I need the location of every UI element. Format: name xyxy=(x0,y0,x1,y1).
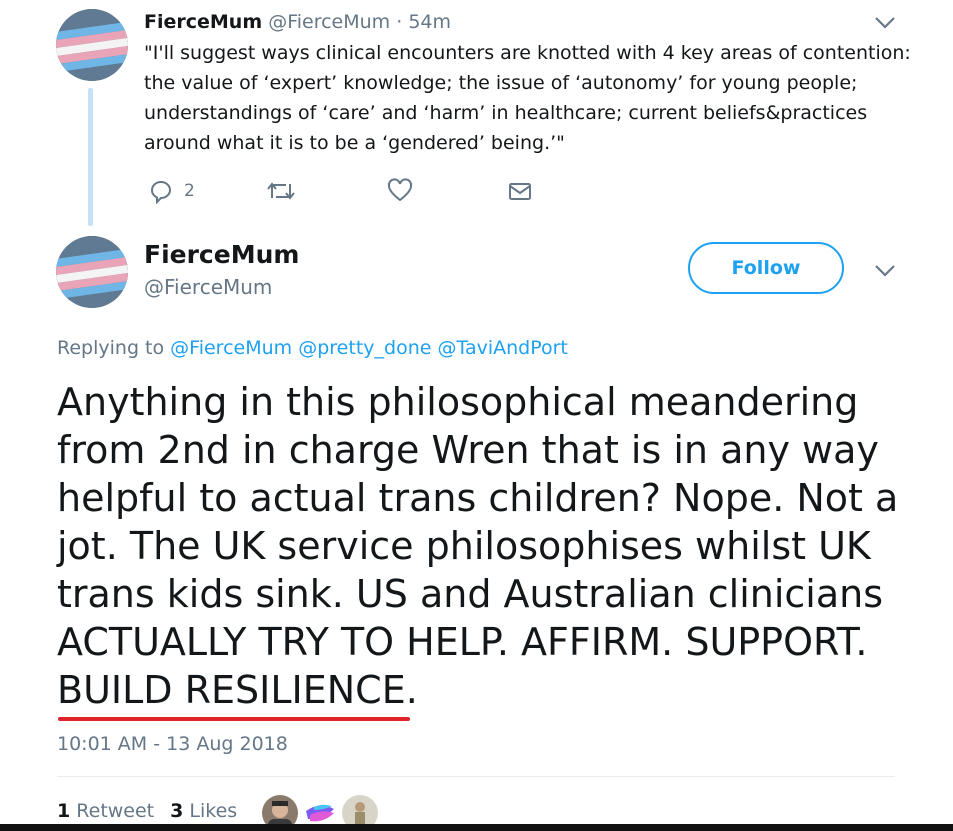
avatar[interactable] xyxy=(56,9,128,81)
direct-message-button[interactable] xyxy=(507,176,533,206)
retweet-button[interactable] xyxy=(266,176,296,206)
tweet-text: Anything in this philosophical meanderin… xyxy=(57,378,937,714)
tweet-text: "I'll suggest ways clinical encounters a… xyxy=(144,38,911,158)
tweet-text-line: "I'll suggest ways clinical encounters a… xyxy=(144,42,911,64)
retweet-icon xyxy=(267,182,295,200)
chevron-down-icon[interactable] xyxy=(873,14,897,32)
separator: · xyxy=(396,11,403,33)
replying-to-label: Replying to xyxy=(57,337,165,359)
handle[interactable]: @FierceMum xyxy=(268,11,390,33)
engagement-stats: 1 Retweet 3 Likes xyxy=(57,800,237,822)
like-count: 3 xyxy=(170,800,184,822)
reply-button[interactable]: 2 xyxy=(148,176,195,206)
tweet-text-line: from 2nd in charge Wren that is in any w… xyxy=(57,428,879,472)
tweet-text-line: trans kids sink. US and Australian clini… xyxy=(57,572,884,616)
follow-button[interactable]: Follow xyxy=(688,242,844,294)
like-button[interactable] xyxy=(387,176,413,206)
chevron-down-icon[interactable] xyxy=(873,262,897,280)
time-ago[interactable]: 54m xyxy=(408,11,451,33)
tweet-text-line: Anything in this philosophical meanderin… xyxy=(57,380,859,424)
reply-icon xyxy=(151,181,171,204)
display-name[interactable]: FierceMum xyxy=(144,11,262,33)
retweet-stat[interactable]: 1 Retweet xyxy=(57,800,154,822)
trans-flag-avatar-image xyxy=(56,9,128,81)
replying-to: Replying to @FierceMum @pretty_done @Tav… xyxy=(57,337,568,359)
tweet-text-line: around what it is to be a ‘gendered’ bei… xyxy=(144,132,565,154)
reply-count: 2 xyxy=(184,181,195,201)
tweet-text-line: jot. The UK service philosophises whilst… xyxy=(57,524,871,568)
mention-link[interactable]: @pretty_done xyxy=(298,337,431,359)
bottom-edge-strip xyxy=(0,824,953,831)
heart-icon xyxy=(387,178,413,202)
trans-flag-avatar-image xyxy=(56,236,128,308)
mention-link[interactable]: @TaviAndPort xyxy=(437,337,567,359)
tweet-text-line: understandings of ‘care’ and ‘harm’ in h… xyxy=(144,102,868,124)
retweet-count: 1 xyxy=(57,800,71,822)
tweet-text-line: ACTUALLY TRY TO HELP. AFFIRM. SUPPORT. xyxy=(57,620,868,664)
likes-stat[interactable]: 3 Likes xyxy=(170,800,237,822)
divider xyxy=(57,776,895,777)
handle[interactable]: @FierceMum xyxy=(144,275,272,299)
tweet-text-line: the value of ‘expert’ knowledge; the iss… xyxy=(144,72,858,94)
avatar[interactable] xyxy=(56,236,128,308)
red-highlight-underline xyxy=(58,717,410,721)
likes-label: Likes xyxy=(189,800,238,822)
envelope-icon xyxy=(509,183,531,200)
tweet-header: FierceMum @FierceMum · 54m xyxy=(144,9,451,35)
tweet-text-line: BUILD RESILIENCE. xyxy=(57,668,418,712)
thread-connector-line xyxy=(88,88,93,226)
retweet-label: Retweet xyxy=(76,800,155,822)
tweet-text-line: helpful to actual trans children? Nope. … xyxy=(57,476,899,520)
mention-link[interactable]: @FierceMum xyxy=(170,337,292,359)
display-name[interactable]: FierceMum xyxy=(144,240,299,269)
tweet-timestamp[interactable]: 10:01 AM - 13 Aug 2018 xyxy=(57,733,288,755)
